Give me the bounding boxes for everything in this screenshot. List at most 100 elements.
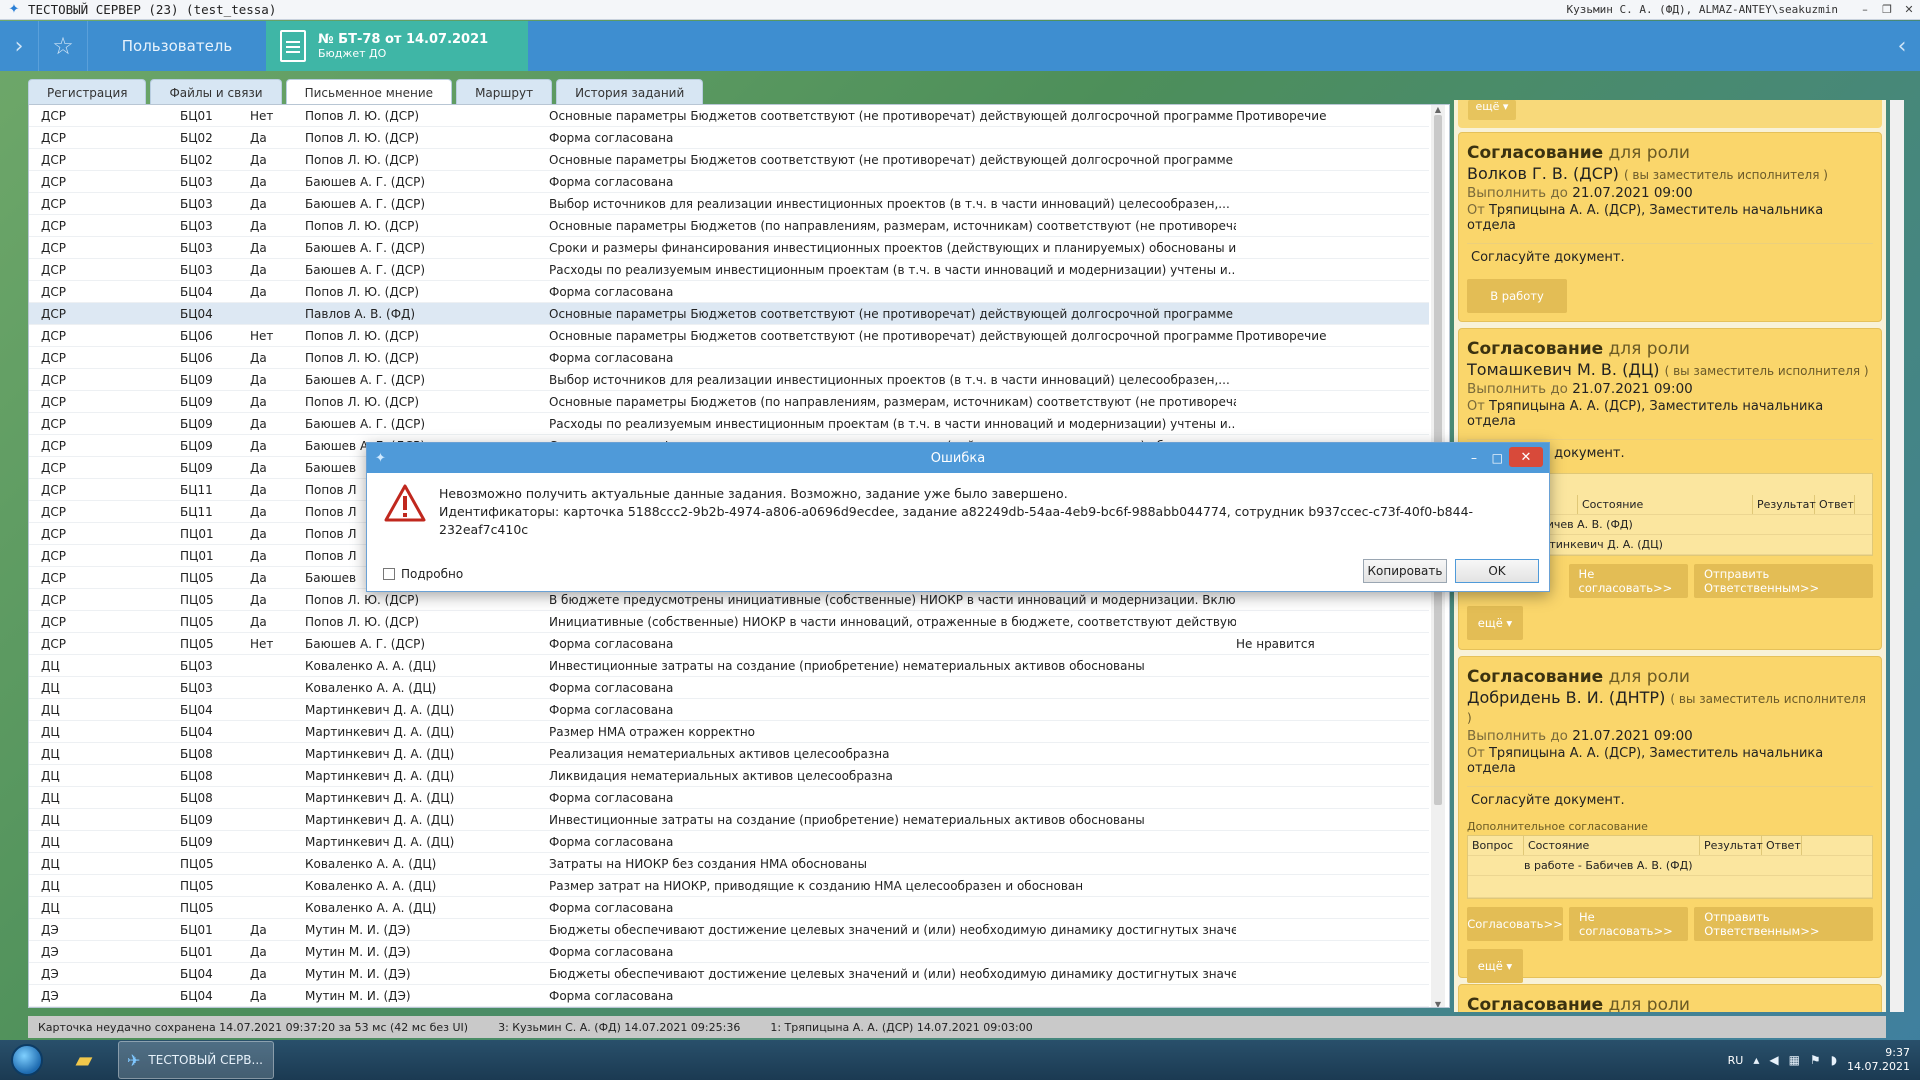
scroll-down-icon[interactable]: ▼ (1431, 1000, 1445, 1007)
table-row[interactable]: ДСР БЦ06 Да Попов Л. Ю. (ДСР) Форма согласов… (29, 347, 1429, 369)
table-row[interactable]: ДЦ БЦ04 Мартинкевич Д. А. (ДЦ) Размер НМА о… (29, 721, 1429, 743)
volume-icon[interactable]: ◀ (1769, 1053, 1778, 1067)
dialog-minimize-button[interactable]: – (1471, 443, 1477, 473)
tab-task-history[interactable]: История заданий (556, 79, 704, 105)
send-to-responsible-button[interactable]: Отправить Ответственным>> (1694, 907, 1873, 941)
tab-route[interactable]: Маршрут (456, 79, 553, 105)
table-row[interactable]: ДЦ БЦ08 Мартинкевич Д. А. (ДЦ) Ликвидация н… (29, 765, 1429, 787)
cell-question: Основные параметры Бюджетов (по направле… (549, 218, 1236, 233)
minimize-button[interactable]: – (1854, 3, 1876, 16)
collapse-right-panel-icon[interactable]: ‹ (1884, 21, 1920, 71)
language-indicator[interactable]: RU (1728, 1054, 1744, 1067)
cell-code: БЦ03 (180, 680, 213, 695)
table-row[interactable]: ДСР БЦ03 Да Баюшев А. Г. (ДСР) Форма согласо… (29, 171, 1429, 193)
cell-employee: Мутин М. И. (ДЭ) (305, 988, 411, 1003)
scroll-up-icon[interactable]: ▲ (1431, 105, 1445, 114)
table-row[interactable]: ДСР ПЦ05 Нет Баюшев А. Г. (ДСР) Форма соглас… (29, 633, 1429, 655)
ok-button[interactable]: OK (1455, 559, 1539, 583)
tab-written-opinion[interactable]: Письменное мнение (285, 79, 453, 105)
table-row[interactable]: ДЭ БЦ01 Да Мутин М. И. (ДЭ) Форма согласован… (29, 941, 1429, 963)
task-performer: Добридень В. И. (ДНТР) (1467, 688, 1666, 707)
cell-employee: Мартинкевич Д. А. (ДЦ) (305, 768, 455, 783)
clock-time: 9:37 (1885, 1046, 1910, 1059)
table-row[interactable]: ДСР БЦ09 Да Баюшев А. Г. (ДСР) Расходы по ре… (29, 413, 1429, 435)
table-row[interactable]: ДЦ БЦ03 Коваленко А. А. (ДЦ) Форма согласов… (29, 677, 1429, 699)
checkbox-box[interactable] (383, 568, 395, 580)
show-hidden-icons-icon[interactable]: ▴ (1753, 1053, 1759, 1067)
approve-button[interactable]: Согласовать>> (1467, 907, 1563, 941)
cell-department: ДСР (41, 218, 66, 233)
table-row[interactable]: ДЦ ПЦ05 Коваленко А. А. (ДЦ) Размер затрат … (29, 875, 1429, 897)
dialog-close-button[interactable]: ✕ (1509, 447, 1543, 467)
dialog-title: Ошибка (930, 450, 986, 466)
table-row[interactable]: ДСР БЦ06 Нет Попов Л. Ю. (ДСР) Основные пара… (29, 325, 1429, 347)
due-label: Выполнить до (1467, 381, 1568, 397)
reject-button[interactable]: Не согласовать>> (1569, 907, 1689, 941)
cell-agreed: Да (250, 416, 267, 431)
cell-question: Форма согласована (549, 944, 674, 959)
table-row[interactable]: ДЦ БЦ04 Мартинкевич Д. А. (ДЦ) Форма соглас… (29, 699, 1429, 721)
table-row[interactable]: ДЦ ПЦ05 Коваленко А. А. (ДЦ) Форма согласов… (29, 897, 1429, 919)
subtable-row[interactable]: в работе - Бабичев А. В. (ФД) (1468, 856, 1872, 876)
table-row[interactable]: ДСР БЦ02 Да Попов Л. Ю. (ДСР) Основные парам… (29, 149, 1429, 171)
table-row[interactable]: ДЦ БЦ03 Коваленко А. А. (ДЦ) Инвестиционные… (29, 655, 1429, 677)
table-row[interactable]: ДЦ БЦ09 Мартинкевич Д. А. (ДЦ) Инвестиционн… (29, 809, 1429, 831)
cell-question: Форма согласована (549, 834, 674, 849)
cell-department: ДСР (41, 482, 66, 497)
table-row[interactable]: ДСР БЦ03 Да Баюшев А. Г. (ДСР) Выбор источни… (29, 193, 1429, 215)
table-row[interactable]: ДСР БЦ09 Да Попов Л. Ю. (ДСР) Основные парам… (29, 391, 1429, 413)
table-row[interactable]: ДСР БЦ03 Да Попов Л. Ю. (ДСР) Основные парам… (29, 215, 1429, 237)
table-row[interactable]: ДЦ ПЦ05 Коваленко А. А. (ДЦ) Затраты на НИО… (29, 853, 1429, 875)
cell-code: БЦ06 (180, 328, 213, 343)
reject-button[interactable]: Не согласовать>> (1568, 564, 1688, 598)
cell-code: БЦ03 (180, 262, 213, 277)
table-row[interactable]: ДЦ БЦ08 Мартинкевич Д. А. (ДЦ) Реализация н… (29, 743, 1429, 765)
tab-files[interactable]: Файлы и связи (150, 79, 282, 105)
expand-left-panel-icon[interactable]: › (0, 21, 38, 71)
copy-button[interactable]: Копировать (1363, 559, 1447, 583)
table-row[interactable]: ДСР БЦ01 Нет Попов Л. Ю. (ДСР) Основные пара… (29, 105, 1429, 127)
table-row[interactable]: ДСР ПЦ05 Да Попов Л. Ю. (ДСР) Инициативные (… (29, 611, 1429, 633)
tasks-panel-scrollbar[interactable] (1890, 100, 1904, 1012)
table-row[interactable]: ДСР БЦ04 Павлов А. В. (ФД) Основные парамет… (29, 303, 1429, 325)
user-tab[interactable]: Пользователь (88, 21, 266, 71)
start-button[interactable] (0, 1040, 54, 1080)
dialog-maximize-button[interactable]: □ (1492, 443, 1503, 473)
table-row[interactable]: ДСР БЦ04 Да Попов Л. Ю. (ДСР) Форма согласов… (29, 281, 1429, 303)
task-card-role-label: для роли (1608, 995, 1690, 1012)
table-row[interactable]: ДСР БЦ03 Да Баюшев А. Г. (ДСР) Сроки и разме… (29, 237, 1429, 259)
details-checkbox[interactable]: Подробно (383, 567, 463, 581)
cell-question: Форма согласована (549, 988, 674, 1003)
flag-icon[interactable]: ⚑ (1810, 1053, 1821, 1067)
close-button[interactable]: ✕ (1898, 3, 1920, 16)
tab-registration[interactable]: Регистрация (28, 79, 147, 105)
table-row[interactable]: ДЭ БЦ01 Да Мутин М. И. (ДЭ) Бюджеты обеспечи… (29, 919, 1429, 941)
table-row[interactable]: ДСР БЦ03 Да Баюшев А. Г. (ДСР) Расходы по ре… (29, 259, 1429, 281)
cell-code: БЦ04 (180, 988, 213, 1003)
taskbar-app-tessa[interactable]: ✈ ТЕСТОВЫЙ СЕРВ... (118, 1041, 274, 1079)
send-to-responsible-button[interactable]: Отправить Ответственным>> (1693, 564, 1873, 598)
table-row[interactable]: ДСР БЦ02 Да Попов Л. Ю. (ДСР) Форма согласов… (29, 127, 1429, 149)
table-row[interactable]: ДЦ БЦ09 Мартинкевич Д. А. (ДЦ) Форма соглас… (29, 831, 1429, 853)
network-icon[interactable]: ▦ (1789, 1053, 1800, 1067)
due-value: 21.07.2021 09:00 (1572, 728, 1693, 744)
taskbar-app-label: ТЕСТОВЫЙ СЕРВ... (148, 1053, 263, 1067)
take-to-work-button[interactable]: В работу (1467, 279, 1567, 313)
table-row[interactable]: ДЭ БЦ04 Да Мутин М. И. (ДЭ) Бюджеты обеспечи… (29, 963, 1429, 985)
table-row[interactable]: ДСР БЦ09 Да Баюшев А. Г. (ДСР) Выбор источни… (29, 369, 1429, 391)
explorer-folder-icon[interactable]: ▰ (54, 1041, 114, 1079)
more-button[interactable]: ещё ▾ (1468, 100, 1516, 120)
more-button[interactable]: ещё ▾ (1467, 606, 1523, 640)
cell-code: БЦ03 (180, 240, 213, 255)
table-row[interactable]: ДЦ БЦ08 Мартинкевич Д. А. (ДЦ) Форма соглас… (29, 787, 1429, 809)
clock[interactable]: 9:37 14.07.2021 (1847, 1046, 1910, 1074)
favorites-star-icon[interactable]: ☆ (38, 21, 88, 71)
more-button[interactable]: ещё ▾ (1467, 949, 1523, 983)
speaker-icon[interactable]: ◗ (1831, 1053, 1837, 1067)
from-label: От (1467, 746, 1485, 761)
table-row[interactable]: ДСР ПЦ05 Да Попов Л. Ю. (ДСР) В бюджете пред… (29, 589, 1429, 611)
document-tab[interactable]: № БТ-78 от 14.07.2021 Бюджет ДО (266, 21, 528, 71)
table-row[interactable]: ДЭ БЦ04 Да Мутин М. И. (ДЭ) Форма согласован… (29, 985, 1429, 1007)
cell-code: ПЦ05 (180, 878, 214, 893)
maximize-button[interactable]: ❐ (1876, 3, 1898, 16)
